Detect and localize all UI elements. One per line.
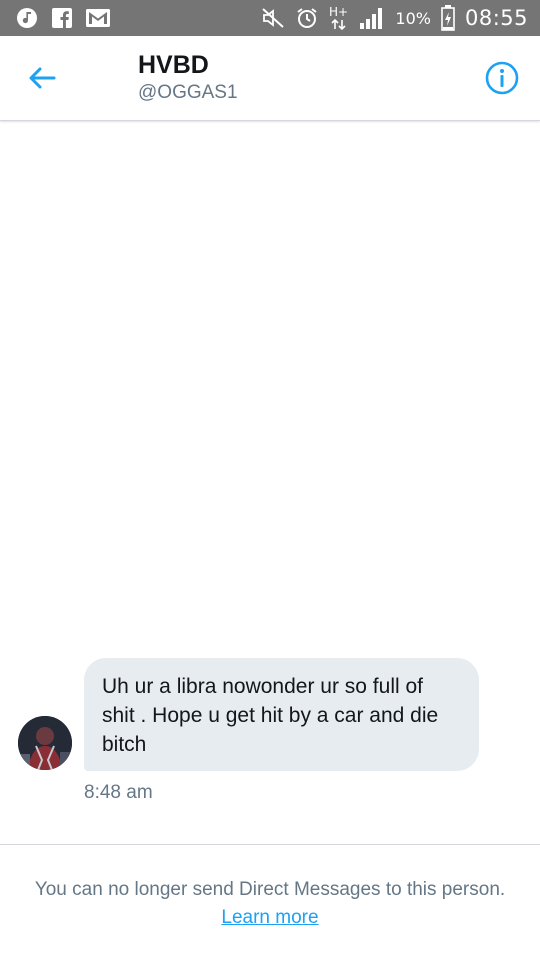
clock: 08:55 xyxy=(464,6,528,30)
battery-charging-icon xyxy=(441,5,455,31)
sender-avatar[interactable] xyxy=(18,716,72,770)
message-bubble[interactable]: Uh ur a libra nowonder ur so full of shi… xyxy=(84,658,479,771)
conversation-title-block[interactable]: HVBD @OGGAS1 xyxy=(138,50,238,105)
dm-disabled-notice: You can no longer send Direct Messages t… xyxy=(30,876,510,932)
svg-text:H+: H+ xyxy=(329,5,348,19)
footer-divider xyxy=(0,844,540,845)
info-button[interactable] xyxy=(484,60,520,96)
status-bar-system: H+ 10% 08:55 xyxy=(261,0,528,36)
facebook-icon xyxy=(52,8,72,28)
back-button[interactable] xyxy=(26,62,58,94)
info-icon xyxy=(485,61,519,95)
message-text: Uh ur a libra nowonder ur so full of shi… xyxy=(102,675,439,756)
conversation-header: HVBD @OGGAS1 xyxy=(0,36,540,121)
avatar-photo-icon xyxy=(18,716,72,770)
gmail-icon xyxy=(86,9,110,27)
status-bar: H+ 10% 08:55 xyxy=(0,0,540,36)
signal-icon xyxy=(359,6,385,30)
dm-disabled-text: You can no longer send Direct Messages t… xyxy=(34,879,506,900)
learn-more-link[interactable]: Learn more xyxy=(221,907,318,928)
mute-icon xyxy=(261,7,285,29)
conversation-title: HVBD xyxy=(138,51,209,79)
message-timestamp: 8:48 am xyxy=(84,782,153,803)
conversation-handle: @OGGAS1 xyxy=(138,82,238,103)
status-bar-notifications xyxy=(16,7,110,29)
alarm-icon xyxy=(295,6,319,30)
battery-percentage: 10% xyxy=(395,8,431,28)
music-note-icon xyxy=(16,7,38,29)
network-h-plus-icon: H+ xyxy=(329,5,349,31)
back-arrow-icon xyxy=(29,67,56,89)
